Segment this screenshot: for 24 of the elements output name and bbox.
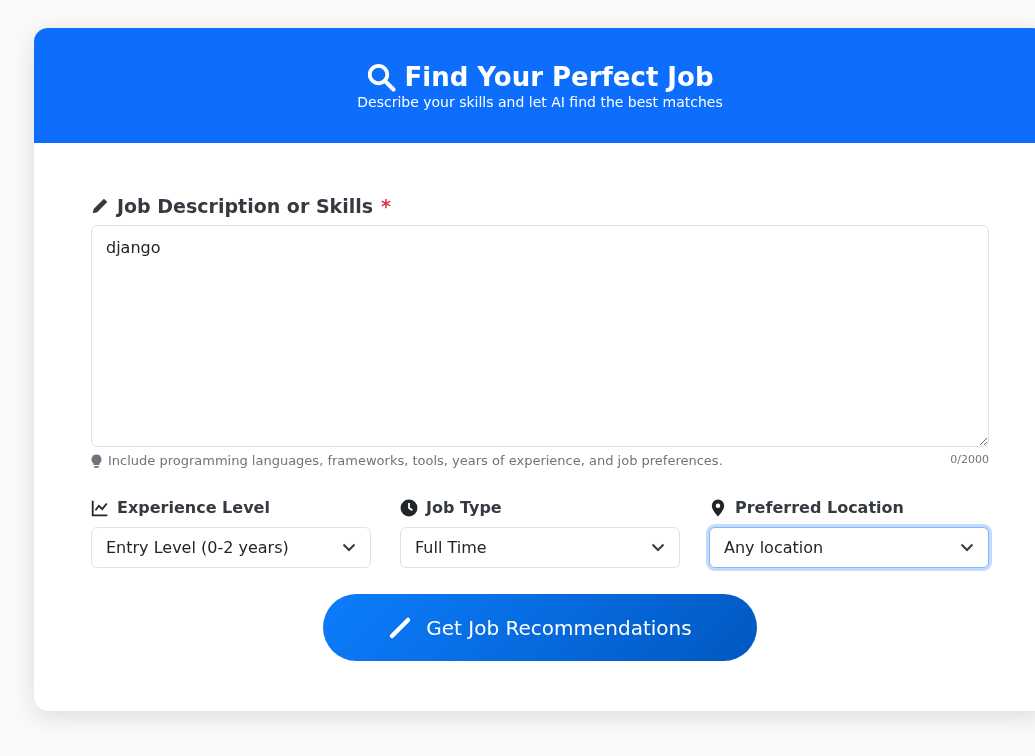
field-label: Experience Level	[117, 498, 270, 517]
required-mark: *	[381, 195, 391, 217]
page-title: Find Your Perfect Job	[404, 61, 714, 92]
field-label: Job Description or Skills	[117, 195, 374, 217]
field-label: Job Type	[426, 498, 502, 517]
chevron-down-icon	[342, 543, 356, 552]
lightbulb-icon	[91, 453, 102, 468]
description-field[interactable]: django	[91, 225, 989, 447]
pencil-icon	[91, 197, 109, 215]
help-text: Include programming languages, frameworks, tools, years of experience, and job preferences.	[108, 453, 723, 468]
dropdown[interactable]: Full Time	[400, 527, 680, 568]
chevron-down-icon	[651, 543, 665, 552]
line-chart-icon	[91, 498, 109, 517]
map-pin-icon	[709, 498, 727, 517]
search-icon	[366, 61, 397, 92]
dropdown[interactable]: Any location	[709, 527, 989, 568]
dropdown[interactable]: Entry Level (0-2 years)	[91, 527, 371, 568]
chevron-down-icon	[960, 543, 974, 552]
character-counter: 0/2000	[950, 453, 989, 466]
submit-button[interactable]: Get Job Recommendations	[323, 594, 757, 661]
clock-icon	[400, 498, 418, 517]
wand-icon	[388, 615, 413, 640]
page-subtitle: Describe your skills and let AI find the best matches	[357, 93, 723, 110]
field-label: Preferred Location	[735, 498, 904, 517]
